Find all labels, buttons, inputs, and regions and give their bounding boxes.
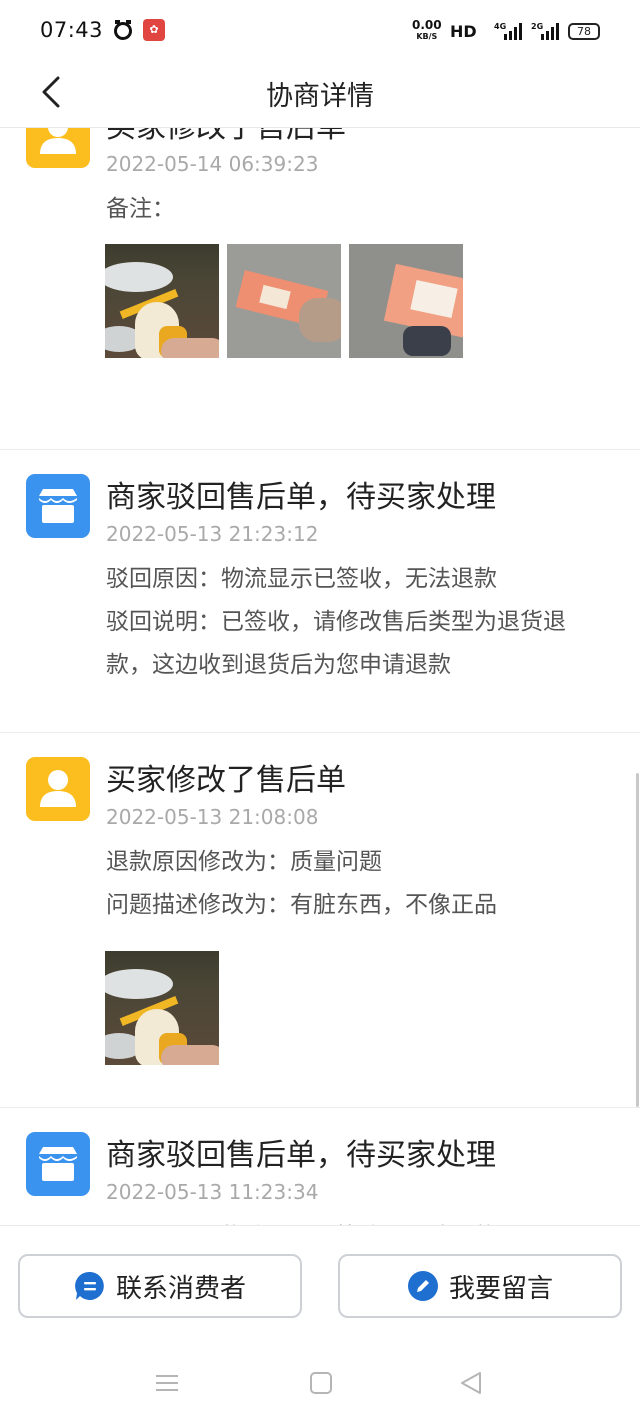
evidence-photo[interactable] bbox=[105, 951, 219, 1065]
status-time: 07:43 bbox=[40, 18, 104, 42]
person-icon bbox=[40, 128, 76, 154]
home-icon[interactable] bbox=[308, 1370, 334, 1396]
alarm-icon bbox=[114, 20, 132, 40]
entry-details: 驳回原因：物流显示已签收，无法退款 bbox=[106, 1216, 616, 1225]
entry-title: 买家修改了售后单 bbox=[106, 128, 346, 146]
history-entry: 商家驳回售后单，待买家处理 2022-05-13 21:23:12 驳回原因：物… bbox=[0, 450, 640, 733]
entry-time: 2022-05-13 21:23:12 bbox=[106, 522, 319, 546]
shop-avatar bbox=[26, 1132, 90, 1196]
net-speed-value: 0.00 bbox=[412, 18, 442, 32]
contact-consumer-button[interactable]: 联系消费者 bbox=[18, 1254, 302, 1318]
system-nav-bar bbox=[0, 1366, 640, 1406]
evidence-photo[interactable] bbox=[349, 244, 463, 358]
sim2-label: 2G bbox=[531, 22, 543, 31]
bottom-action-bar: 联系消费者 我要留言 bbox=[0, 1225, 640, 1422]
net-speed: 0.00 KB/S bbox=[412, 18, 442, 42]
store-icon bbox=[39, 489, 77, 523]
entry-detail-line: 退款原因修改为：质量问题 bbox=[106, 849, 382, 875]
scrollbar[interactable] bbox=[636, 773, 639, 1107]
net-speed-unit: KB/S bbox=[416, 32, 438, 41]
entry-title: 买家修改了售后单 bbox=[106, 763, 346, 798]
entry-photos bbox=[105, 951, 219, 1065]
nav-header: 协商详情 bbox=[0, 62, 640, 128]
entry-details: 备注： bbox=[106, 188, 616, 231]
store-icon bbox=[39, 1147, 77, 1181]
person-icon bbox=[40, 770, 76, 807]
entry-detail-line: 驳回原因：物流显示已签收，无法退款 bbox=[106, 1216, 616, 1225]
entry-time: 2022-05-14 06:39:23 bbox=[106, 152, 319, 176]
history-entry: 买家修改了售后单 2022-05-13 21:08:08 退款原因修改为：质量问… bbox=[0, 733, 640, 1108]
status-bar: 07:43 ✿ 0.00 KB/S HD 4G 2G 78 bbox=[0, 0, 640, 62]
entry-detail-line: 驳回说明：已签收，请修改售后类型为退货退 bbox=[106, 609, 566, 635]
negotiation-history[interactable]: 买家修改了售后单 2022-05-14 06:39:23 备注： bbox=[0, 128, 640, 1225]
contact-consumer-label: 联系消费者 bbox=[115, 1273, 246, 1304]
entry-title: 商家驳回售后单，待买家处理 bbox=[106, 480, 496, 515]
evidence-photo[interactable] bbox=[227, 244, 341, 358]
hd-label: HD bbox=[450, 22, 477, 41]
shop-avatar bbox=[26, 474, 90, 538]
menu-icon[interactable] bbox=[154, 1370, 180, 1396]
pencil-icon bbox=[407, 1271, 438, 1301]
entry-detail-line: 问题描述修改为：有脏东西，不像正品 bbox=[106, 892, 497, 918]
signal-2g-icon: 2G bbox=[531, 22, 559, 40]
back-triangle-icon[interactable] bbox=[458, 1370, 484, 1396]
entry-detail-line: 驳回原因：物流显示已签收，无法退款 bbox=[106, 566, 497, 592]
entry-photos bbox=[105, 244, 463, 358]
entry-details: 退款原因修改为：质量问题 问题描述修改为：有脏东西，不像正品 bbox=[106, 841, 616, 927]
buyer-avatar bbox=[26, 757, 90, 821]
sim1-label: 4G bbox=[494, 22, 506, 31]
leave-message-button[interactable]: 我要留言 bbox=[338, 1254, 622, 1318]
entry-detail-line: 款，这边收到退货后为您申请退款 bbox=[106, 652, 451, 678]
app-notification-icon: ✿ bbox=[143, 19, 165, 41]
signal-4g-icon: 4G bbox=[494, 22, 522, 40]
entry-details: 驳回原因：物流显示已签收，无法退款 驳回说明：已签收，请修改售后类型为退货退 款… bbox=[106, 558, 616, 687]
history-entry: 商家驳回售后单，待买家处理 2022-05-13 11:23:34 驳回原因：物… bbox=[0, 1108, 640, 1225]
entry-detail-line: 备注： bbox=[106, 196, 175, 222]
page-title: 协商详情 bbox=[266, 81, 374, 112]
history-entry: 买家修改了售后单 2022-05-14 06:39:23 备注： bbox=[0, 128, 640, 450]
chat-bubble-icon bbox=[75, 1271, 104, 1300]
evidence-photo[interactable] bbox=[105, 244, 219, 358]
leave-message-label: 我要留言 bbox=[448, 1273, 553, 1304]
entry-time: 2022-05-13 11:23:34 bbox=[106, 1180, 319, 1204]
entry-time: 2022-05-13 21:08:08 bbox=[106, 805, 319, 829]
entry-title: 商家驳回售后单，待买家处理 bbox=[106, 1138, 496, 1173]
buyer-avatar bbox=[26, 128, 90, 168]
battery-icon: 78 bbox=[568, 23, 600, 40]
